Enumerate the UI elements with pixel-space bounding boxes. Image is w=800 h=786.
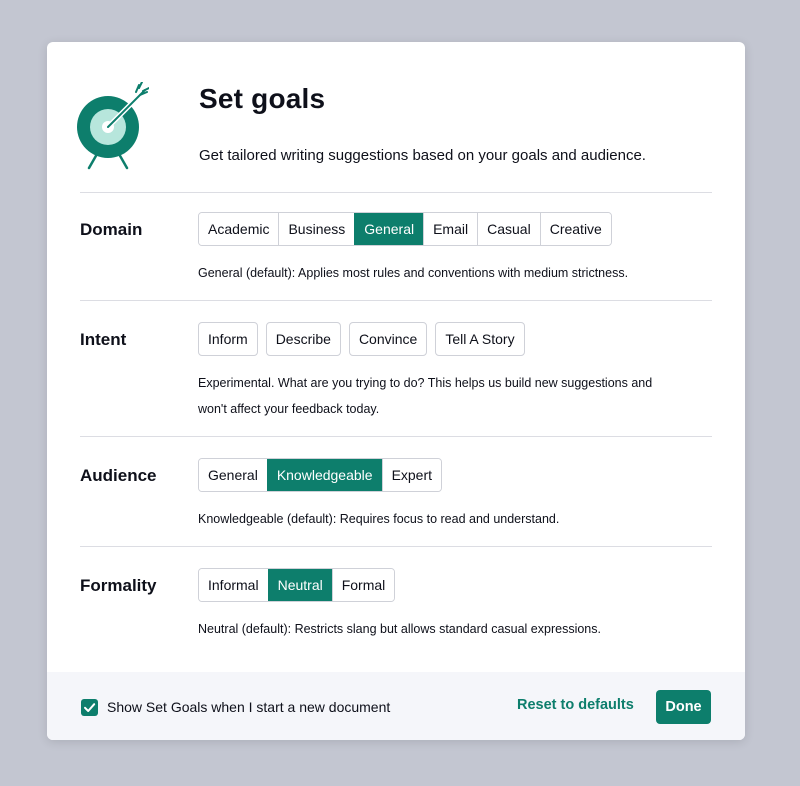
intent-option-inform[interactable]: Inform xyxy=(198,322,258,356)
formality-segmented-control: Informal Neutral Formal xyxy=(198,568,396,602)
formality-option-informal[interactable]: Informal xyxy=(199,569,268,601)
divider xyxy=(80,300,712,301)
set-goals-dialog: Set goals Get tailored writing suggestio… xyxy=(47,42,745,740)
done-button[interactable]: Done xyxy=(656,690,711,724)
dialog-subtitle: Get tailored writing suggestions based o… xyxy=(199,147,646,164)
domain-label: Domain xyxy=(80,220,143,239)
domain-option-creative[interactable]: Creative xyxy=(539,213,611,245)
divider xyxy=(80,546,712,547)
show-set-goals-label[interactable]: Show Set Goals when I start a new docume… xyxy=(107,699,390,715)
audience-description: Knowledgeable (default): Requires focus … xyxy=(198,512,560,526)
reset-to-defaults-button[interactable]: Reset to defaults xyxy=(517,697,634,713)
domain-option-general[interactable]: General xyxy=(354,213,424,245)
domain-option-casual[interactable]: Casual xyxy=(477,213,540,245)
intent-options: Inform Describe Convince Tell A Story xyxy=(198,322,525,356)
dialog-footer: Show Set Goals when I start a new docume… xyxy=(47,672,745,740)
divider xyxy=(80,436,712,437)
domain-option-business[interactable]: Business xyxy=(278,213,355,245)
intent-description-line2: won't affect your feedback today. xyxy=(198,402,380,416)
formality-option-neutral[interactable]: Neutral xyxy=(267,569,332,601)
show-set-goals-checkbox[interactable] xyxy=(81,699,98,716)
audience-option-general[interactable]: General xyxy=(199,459,267,491)
domain-option-email[interactable]: Email xyxy=(423,213,478,245)
dialog-title: Set goals xyxy=(199,83,326,114)
audience-option-expert[interactable]: Expert xyxy=(381,459,442,491)
formality-label: Formality xyxy=(80,576,157,595)
intent-option-convince[interactable]: Convince xyxy=(348,322,428,356)
target-arrow-icon xyxy=(77,82,149,170)
audience-option-knowledgeable[interactable]: Knowledgeable xyxy=(266,459,382,491)
checkmark-icon xyxy=(84,703,96,712)
formality-description: Neutral (default): Restricts slang but a… xyxy=(198,622,601,636)
intent-description-line1: Experimental. What are you trying to do?… xyxy=(198,376,653,390)
audience-segmented-control: General Knowledgeable Expert xyxy=(198,458,443,492)
intent-option-describe[interactable]: Describe xyxy=(265,322,341,356)
intent-label: Intent xyxy=(80,330,127,349)
domain-description: General (default): Applies most rules an… xyxy=(198,266,629,280)
dialog-header: Set goals Get tailored writing suggestio… xyxy=(47,42,745,192)
divider xyxy=(80,192,712,193)
domain-segmented-control: Academic Business General Email Casual C… xyxy=(198,212,612,246)
formality-option-formal[interactable]: Formal xyxy=(331,569,395,601)
audience-label: Audience xyxy=(80,466,157,485)
intent-option-tell-a-story[interactable]: Tell A Story xyxy=(435,322,525,356)
domain-option-academic[interactable]: Academic xyxy=(199,213,279,245)
